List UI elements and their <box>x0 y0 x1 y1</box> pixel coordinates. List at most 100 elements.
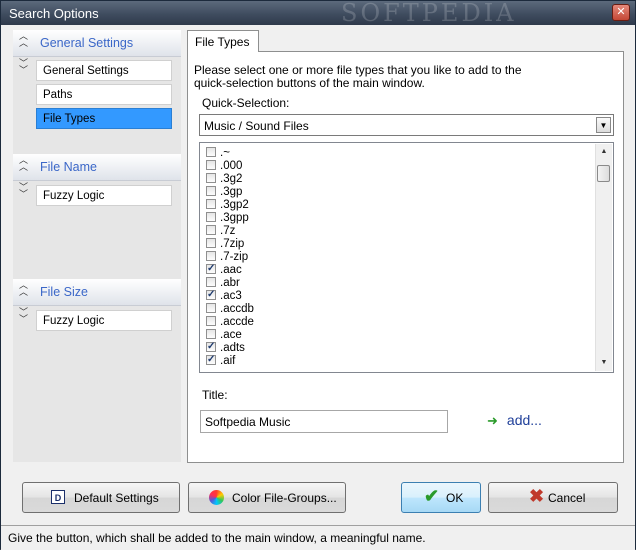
window-title: Search Options <box>9 6 99 21</box>
file-type-label: .aac <box>220 264 242 276</box>
section-file-size-body: ﹀ ﹀ Fuzzy Logic <box>13 306 181 462</box>
section-file-name-body: ﹀ ﹀ Fuzzy Logic <box>13 181 181 279</box>
add-button[interactable]: ➜ add... <box>487 412 542 429</box>
button-label: Color File-Groups... <box>232 491 337 505</box>
description-text: Please select one or more file types tha… <box>194 64 614 90</box>
section-label: File Size <box>40 285 88 299</box>
file-type-checkbox[interactable] <box>206 199 216 209</box>
file-type-label: .adts <box>220 342 245 354</box>
quick-selection-dropdown[interactable]: Music / Sound Files ▼ <box>199 114 614 136</box>
file-type-label: .7-zip <box>220 251 249 263</box>
sidebar-item-file-types[interactable]: File Types <box>36 108 172 129</box>
chevron-down-icon: ﹀ ﹀ <box>19 182 29 199</box>
file-type-checkbox[interactable] <box>206 340 216 353</box>
file-type-label: .ac3 <box>220 290 242 302</box>
chevron-up-icon: ︿ ︿ <box>19 280 29 297</box>
file-type-row[interactable]: .aac <box>206 262 254 277</box>
file-type-label: .ace <box>220 329 242 341</box>
file-type-checkbox[interactable] <box>206 262 216 275</box>
default-settings-button[interactable]: D Default Settings <box>22 482 180 513</box>
status-text: Give the button, which shall be added to… <box>8 531 426 545</box>
file-type-row[interactable]: .accde <box>206 316 254 329</box>
file-type-checkbox[interactable] <box>206 238 216 248</box>
add-label: add... <box>506 412 542 428</box>
color-wheel-icon <box>209 490 224 505</box>
chevron-down-icon: ﹀ ﹀ <box>19 58 29 75</box>
default-settings-icon: D <box>51 490 65 504</box>
close-icon: ✕ <box>616 6 626 18</box>
file-type-row[interactable]: .3g2 <box>206 173 254 186</box>
file-type-checkbox[interactable] <box>206 251 216 261</box>
file-type-label: .3g2 <box>220 173 243 185</box>
sidebar-item-file-size-fuzzy-logic[interactable]: Fuzzy Logic <box>36 310 172 331</box>
close-button[interactable]: ✕ <box>612 4 630 21</box>
file-type-checkbox[interactable] <box>206 225 216 235</box>
quick-selection-label: Quick-Selection: <box>202 96 290 110</box>
sidebar-item-general-settings[interactable]: General Settings <box>36 60 172 81</box>
file-type-row[interactable]: .~ <box>206 147 254 160</box>
section-label: File Name <box>40 160 97 174</box>
file-type-label: .7zip <box>220 238 245 250</box>
tab-file-types[interactable]: File Types <box>187 30 259 52</box>
file-type-label: .3gp <box>220 186 243 198</box>
description-line: quick-selection buttons of the main wind… <box>194 76 425 90</box>
sidebar-item-file-name-fuzzy-logic[interactable]: Fuzzy Logic <box>36 185 172 206</box>
softpedia-watermark: SOFTPEDIA <box>341 0 517 27</box>
sidebar: ︿ ︿ General Settings ﹀ ﹀ General Settings … <box>13 30 181 462</box>
file-type-checkbox[interactable] <box>206 186 216 196</box>
button-label: Default Settings <box>74 491 159 505</box>
file-type-row[interactable]: .accdb <box>206 303 254 316</box>
file-type-label: .accdb <box>220 303 254 315</box>
file-type-checkbox[interactable] <box>206 160 216 170</box>
search-options-window: Search Options SOFTPEDIA ✕ ︿ ︿ General Se… <box>0 0 636 550</box>
cross-icon: ✖ <box>529 486 545 506</box>
file-type-checkbox[interactable] <box>206 316 216 326</box>
title-input[interactable]: Softpedia Music <box>200 410 448 433</box>
file-type-row[interactable]: .3gpp <box>206 212 254 225</box>
file-types-list-items: .~.000.3g2.3gp.3gp2.3gpp.7z.7zip.7-zip.a… <box>206 147 254 368</box>
chevron-up-icon: ︿ ︿ <box>19 31 29 48</box>
file-type-label: .000 <box>220 160 243 172</box>
file-type-row[interactable]: .aif <box>206 353 254 368</box>
scroll-up-arrow-icon[interactable]: ▲ <box>596 144 612 160</box>
file-type-label: .3gp2 <box>220 199 249 211</box>
color-file-groups-button[interactable]: Color File-Groups... <box>188 482 346 513</box>
file-types-list[interactable]: .~.000.3g2.3gp.3gp2.3gpp.7z.7zip.7-zip.a… <box>199 142 614 373</box>
green-arrow-icon: ➜ <box>487 413 498 428</box>
dropdown-arrow-icon[interactable]: ▼ <box>596 117 611 133</box>
section-label: General Settings <box>40 36 134 50</box>
chevron-up-icon: ︿ ︿ <box>19 155 29 172</box>
section-file-name-header[interactable]: ︿ ︿ File Name <box>13 154 181 181</box>
ok-button[interactable]: ✔ OK <box>401 482 481 513</box>
file-type-checkbox[interactable] <box>206 173 216 183</box>
title-label: Title: <box>202 388 228 402</box>
vertical-scrollbar[interactable]: ▲ ▼ <box>595 144 612 371</box>
file-type-checkbox[interactable] <box>206 212 216 222</box>
file-type-checkbox[interactable] <box>206 288 216 301</box>
section-general-settings-header[interactable]: ︿ ︿ General Settings <box>13 30 181 57</box>
status-bar: Give the button, which shall be added to… <box>1 525 635 550</box>
file-type-row[interactable]: .7zip <box>206 238 254 251</box>
title-bar: Search Options SOFTPEDIA ✕ <box>1 0 635 27</box>
cancel-button[interactable]: ✖ Cancel <box>488 482 618 513</box>
file-type-row[interactable]: .ac3 <box>206 288 254 303</box>
button-label: OK <box>446 491 464 505</box>
chevron-down-icon: ﹀ ﹀ <box>19 307 29 324</box>
file-type-label: .7z <box>220 225 236 237</box>
file-type-label: .accde <box>220 316 254 328</box>
file-type-row[interactable]: .3gp <box>206 186 254 199</box>
file-type-checkbox[interactable] <box>206 303 216 313</box>
scroll-down-arrow-icon[interactable]: ▼ <box>596 355 612 371</box>
file-type-checkbox[interactable] <box>206 147 216 157</box>
file-type-label: .~ <box>220 147 230 159</box>
file-type-label: .aif <box>220 355 236 367</box>
file-type-row[interactable]: .7z <box>206 225 254 238</box>
file-type-checkbox[interactable] <box>206 277 216 287</box>
sidebar-item-paths[interactable]: Paths <box>36 84 172 105</box>
file-type-row[interactable]: .3gp2 <box>206 199 254 212</box>
file-type-row[interactable]: .000 <box>206 160 254 173</box>
section-file-size-header[interactable]: ︿ ︿ File Size <box>13 279 181 306</box>
file-type-checkbox[interactable] <box>206 329 216 339</box>
scrollbar-thumb[interactable] <box>597 165 610 182</box>
file-type-checkbox[interactable] <box>206 353 216 366</box>
